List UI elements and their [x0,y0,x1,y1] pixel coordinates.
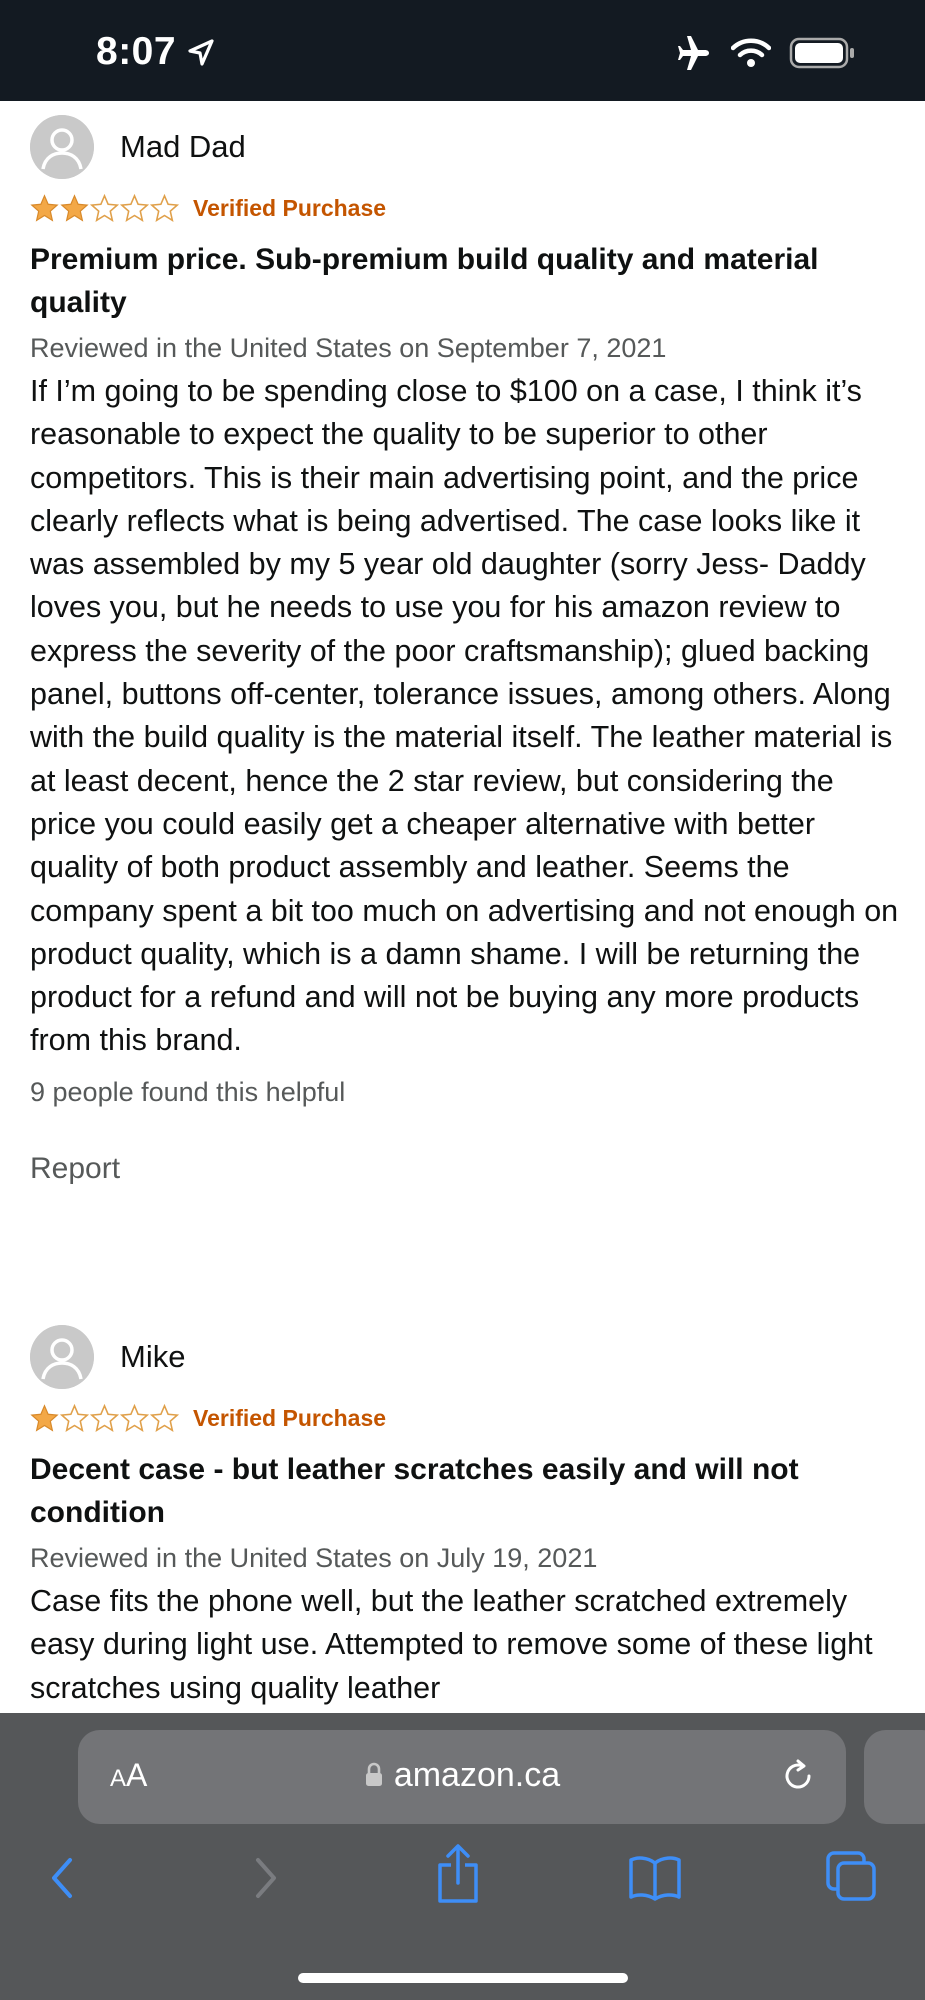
battery-icon [789,37,855,74]
airplane-icon [675,36,713,75]
star-filled-icon [30,1403,59,1432]
person-icon [30,115,94,179]
star-rating [30,193,179,223]
reviewer-name: Mike [120,1339,186,1374]
review-card: Mike Verified Purchase Decent case - but… [30,1322,900,1710]
star-empty-icon [60,1403,89,1432]
reviewer-profile[interactable]: Mike [30,1322,900,1392]
star-rating [30,1403,179,1433]
forward-icon[interactable] [248,1853,282,1908]
person-icon [30,1325,94,1389]
location-arrow-icon [186,38,216,73]
star-filled-icon [60,193,89,222]
lock-icon [364,1758,384,1797]
wifi-icon [730,38,772,73]
status-time: 8:07 [96,30,177,73]
review-card: Mad Dad Verified Purchase Premium price.… [30,112,900,1186]
review-body: If I’m going to be spending close to $10… [30,374,899,1058]
reviewer-name: Mad Dad [120,129,246,164]
avatar [30,1325,94,1389]
address-bar[interactable]: AA amazon.ca [78,1730,846,1824]
review-body: Case fits the phone well, but the leathe… [30,1584,873,1705]
next-tab-preview[interactable] [864,1730,925,1824]
review-date: Reviewed in the United States on July 19… [30,1543,598,1573]
star-empty-icon [150,193,179,222]
review-title: Decent case - but leather scratches easi… [30,1453,799,1529]
star-empty-icon [150,1403,179,1432]
star-filled-icon [30,193,59,222]
bookmarks-icon[interactable] [627,1853,683,1908]
helpful-count: 9 people found this helpful [30,1076,346,1107]
review-date: Reviewed in the United States on Septemb… [30,333,667,363]
verified-purchase-badge: Verified Purchase [193,1404,387,1431]
back-icon[interactable] [46,1853,80,1908]
reload-icon[interactable] [778,1756,818,1801]
verified-purchase-badge: Verified Purchase [193,194,387,221]
status-bar: 8:07 [0,0,925,101]
star-empty-icon [120,193,149,222]
review-title: Premium price. Sub-premium build quality… [30,243,819,319]
star-empty-icon [90,193,119,222]
browser-toolbar [0,1844,925,1923]
browser-bottom-bar: AA amazon.ca [0,1713,925,2000]
report-link[interactable]: Report [30,1152,900,1186]
share-icon[interactable] [434,1843,482,1910]
home-indicator[interactable] [298,1973,628,1983]
url-text: amazon.ca [393,1756,561,1794]
reviewer-profile[interactable]: Mad Dad [30,112,900,182]
reviews-list: Mad Dad Verified Purchase Premium price.… [0,101,925,1713]
avatar [30,115,94,179]
star-empty-icon [120,1403,149,1432]
tabs-icon[interactable] [824,1849,878,1908]
star-empty-icon [90,1403,119,1432]
